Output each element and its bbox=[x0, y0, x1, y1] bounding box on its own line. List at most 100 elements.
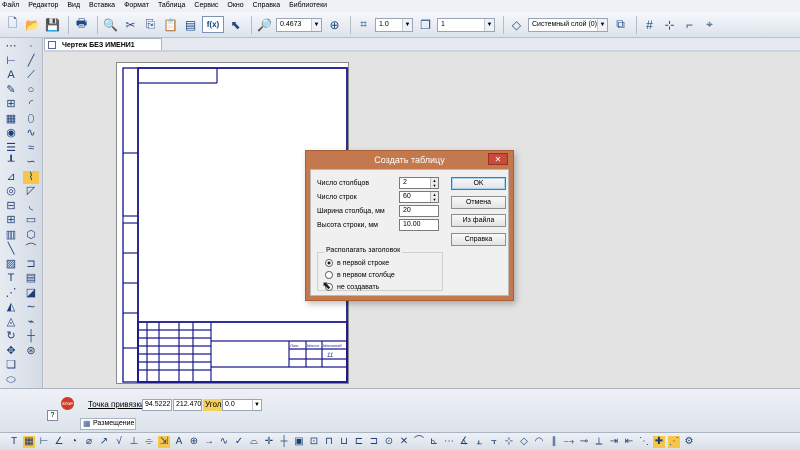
function-icon[interactable]: f(x) bbox=[202, 16, 224, 33]
preview-icon[interactable]: 🔍 bbox=[102, 16, 119, 33]
params-icon[interactable]: ⊞ bbox=[3, 98, 19, 111]
menu-help[interactable]: Справка bbox=[253, 0, 280, 12]
base-icon[interactable]: ⊥ bbox=[128, 436, 140, 448]
chevron-down-icon[interactable]: ▼ bbox=[402, 18, 412, 31]
snap-point-label[interactable]: Точка привязки bbox=[88, 400, 144, 409]
weld-icon[interactable]: ⌓ bbox=[248, 436, 260, 448]
contour-icon[interactable]: ⌒ bbox=[23, 243, 39, 256]
rows-input[interactable]: 60 ▲ ▼ bbox=[399, 191, 439, 203]
snap-nearest-icon[interactable]: ⊸ bbox=[578, 436, 590, 448]
zoom-in-icon[interactable]: ⊕ bbox=[326, 16, 343, 33]
snap-y-input[interactable]: 212.470 bbox=[173, 399, 202, 411]
radio-unchecked-icon[interactable] bbox=[325, 271, 333, 279]
ortho-icon[interactable]: ⊹ bbox=[661, 16, 678, 33]
snap-toggle-icon[interactable]: ✚ bbox=[653, 435, 665, 448]
wave-line-icon[interactable]: ∼ bbox=[23, 301, 39, 314]
cursor-icon[interactable]: ⌖ bbox=[701, 16, 718, 33]
text-icon[interactable]: T bbox=[3, 272, 19, 285]
line-icon[interactable]: ╲ bbox=[3, 243, 19, 256]
insert-icon[interactable]: ⊿ bbox=[3, 171, 19, 184]
snap-from-icon[interactable]: ⇤ bbox=[623, 436, 635, 448]
table-tool-icon[interactable]: ▦ bbox=[23, 435, 35, 448]
table-icon[interactable]: ▥ bbox=[3, 229, 19, 242]
mirror-icon[interactable]: ◭ bbox=[3, 301, 19, 314]
ellipse-icon[interactable]: ⬯ bbox=[23, 113, 39, 126]
save-icon[interactable]: 💾 bbox=[44, 16, 61, 33]
spinner-icon[interactable]: ▲ ▼ bbox=[430, 178, 438, 188]
snap-arc-icon[interactable]: ◠ bbox=[533, 436, 545, 448]
help-button[interactable]: Справка bbox=[451, 233, 506, 246]
chevron-down-icon[interactable]: ▼ bbox=[484, 18, 494, 31]
chevron-down-icon[interactable]: ▼ bbox=[252, 400, 261, 410]
dimensions-icon[interactable]: ⊢ bbox=[3, 55, 19, 68]
symbols-icon[interactable]: A bbox=[3, 69, 19, 82]
axis-icon[interactable]: ┼ bbox=[23, 330, 39, 343]
point-icon[interactable]: · bbox=[23, 40, 39, 53]
radius-dim-icon[interactable]: ◔ bbox=[68, 436, 80, 448]
columns-input[interactable]: 2 ▲ ▼ bbox=[399, 177, 439, 189]
position-icon[interactable]: ▣ bbox=[293, 436, 305, 448]
arrow-icon[interactable]: → bbox=[203, 436, 215, 448]
snap-center-icon[interactable]: ⊙ bbox=[383, 436, 395, 448]
snap-trace-icon[interactable]: ⋱ bbox=[638, 436, 650, 448]
menu-format[interactable]: Формат bbox=[124, 0, 149, 12]
menu-window[interactable]: Окно bbox=[227, 0, 243, 12]
hatch-fill-icon[interactable]: ▤ bbox=[23, 272, 39, 285]
spinner-icon[interactable]: ▲ ▼ bbox=[430, 192, 438, 202]
angle-input[interactable]: 0.0 ▼ bbox=[222, 399, 262, 411]
snap-x-icon[interactable]: ⫠ bbox=[473, 436, 485, 448]
view-arrow-icon[interactable]: ⇲ bbox=[158, 435, 170, 448]
collection-icon[interactable]: ⊛ bbox=[23, 345, 39, 358]
snap-y-icon[interactable]: ⫟ bbox=[488, 436, 500, 448]
menu-libraries[interactable]: Библиотеки bbox=[289, 0, 327, 12]
cancel-button[interactable]: Отмена bbox=[451, 196, 506, 209]
snap-quad-icon[interactable]: ◇ bbox=[518, 436, 530, 448]
snap-normal-icon[interactable]: ⊾ bbox=[428, 436, 440, 448]
zoom-combo[interactable]: 0.4673 ▼ bbox=[276, 17, 322, 32]
section-icon[interactable]: A bbox=[173, 436, 185, 448]
radio-first-row[interactable]: в первой строке bbox=[325, 259, 389, 267]
snap-point-icon[interactable]: ⊹ bbox=[503, 436, 515, 448]
macro-icon[interactable]: ⋰ bbox=[3, 287, 19, 300]
layers-icon[interactable]: ❐ bbox=[417, 16, 434, 33]
align-icon[interactable]: ⊓ bbox=[323, 436, 335, 448]
snap-grid-icon[interactable]: ⌗ bbox=[355, 16, 372, 33]
radio-none[interactable]: не создавать bbox=[325, 283, 379, 291]
diameter-dim-icon[interactable]: ⌀ bbox=[83, 436, 95, 448]
polyline-icon[interactable]: ∿ bbox=[23, 127, 39, 140]
open-folder-icon[interactable]: 📂 bbox=[24, 16, 41, 33]
menu-file[interactable]: Файл bbox=[2, 0, 19, 12]
menu-edit[interactable]: Редактор bbox=[28, 0, 58, 12]
snap-settings-icon[interactable]: ⚙ bbox=[683, 436, 695, 448]
snap-x-input[interactable]: 94.5222 bbox=[142, 399, 172, 411]
copy-obj-icon[interactable]: ❏ bbox=[3, 359, 19, 372]
wave-icon[interactable]: ∿ bbox=[218, 436, 230, 448]
copy-icon[interactable]: ⎘ bbox=[142, 16, 159, 33]
snap-tangent-icon[interactable]: ⌒ bbox=[413, 436, 425, 448]
row-height-input[interactable]: 10.00 bbox=[399, 219, 439, 231]
menu-service[interactable]: Сервис bbox=[194, 0, 218, 12]
help-pointer-icon[interactable]: ⬉ bbox=[227, 16, 244, 33]
hatch-icon[interactable]: ▨ bbox=[3, 258, 19, 271]
print-icon[interactable]: 🖶 bbox=[73, 16, 90, 33]
snap-perp-icon[interactable]: ⟂ bbox=[593, 436, 605, 448]
distribute-icon[interactable]: ⊔ bbox=[338, 436, 350, 448]
axis-line-icon[interactable]: ┼ bbox=[278, 436, 290, 448]
ok-button[interactable]: OK bbox=[451, 177, 506, 190]
roughness-icon[interactable]: √ bbox=[113, 436, 125, 448]
frame-icon[interactable]: ⊡ bbox=[308, 436, 320, 448]
rotate-icon[interactable]: ↻ bbox=[3, 330, 19, 343]
radio-first-column[interactable]: в первом столбце bbox=[325, 271, 395, 279]
nurbs-icon[interactable]: ⌇ bbox=[23, 170, 39, 184]
center-mark-icon[interactable]: ✛ bbox=[263, 436, 275, 448]
auxiliary-line-icon[interactable]: ⟋ bbox=[23, 69, 39, 82]
spline-icon[interactable]: ∽ bbox=[23, 156, 39, 169]
snap-local-icon[interactable]: ⋰ bbox=[668, 435, 680, 448]
geometry-icon[interactable]: ⋯ bbox=[3, 40, 19, 53]
move-icon[interactable]: ✥ bbox=[3, 345, 19, 358]
delete-icon[interactable]: ⬭ bbox=[3, 374, 19, 387]
layer-manager-icon[interactable]: ⧉ bbox=[612, 16, 629, 33]
help-icon[interactable]: ? bbox=[47, 410, 58, 421]
select-icon[interactable]: ◉ bbox=[3, 127, 19, 140]
tab-placement[interactable]: Размещение bbox=[80, 418, 136, 430]
